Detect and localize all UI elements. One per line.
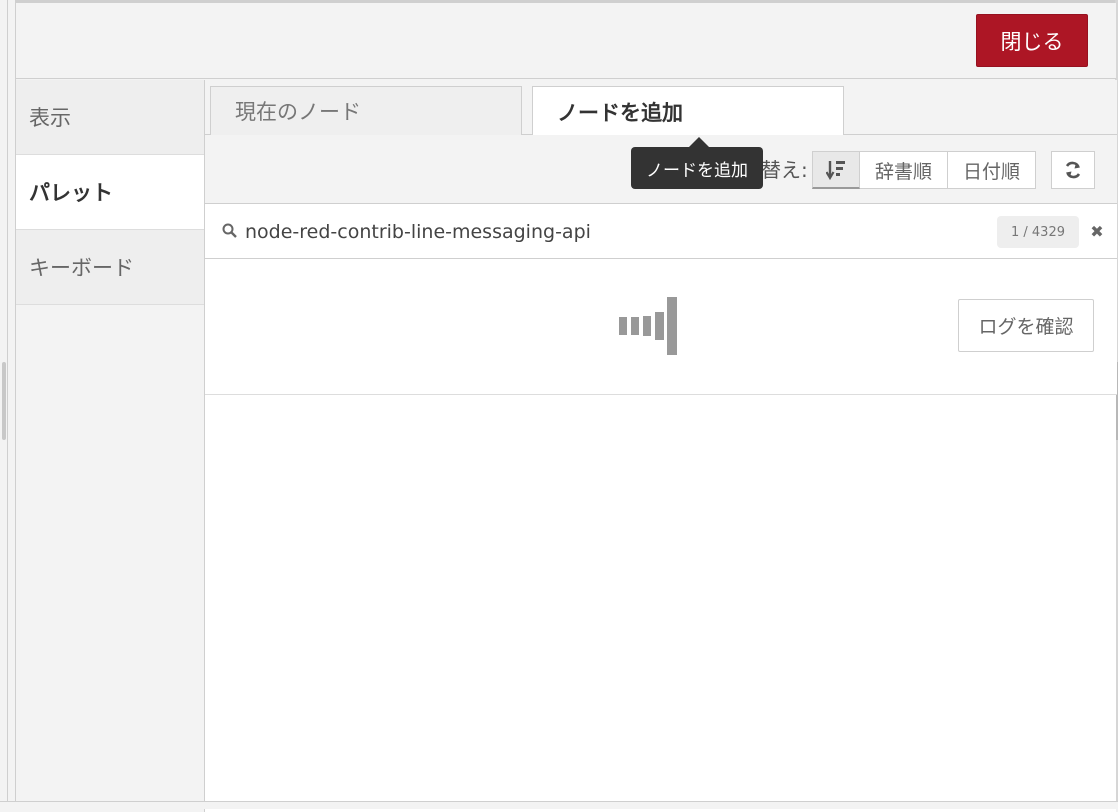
result-count-badge: 1 / 4329	[997, 216, 1079, 248]
sort-date-button[interactable]: 日付順	[948, 151, 1036, 189]
sidebar-item-keyboard[interactable]: キーボード	[16, 230, 204, 305]
dialog-toolbar: 閉じる	[16, 3, 1116, 79]
palette-panel: 現在のノード ノードを追加 替え: 辞書順 日付順 ノードを追加 node-re…	[204, 80, 1117, 812]
user-settings-dialog: 閉じる 表示 パレット キーボード 現在のノード ノードを追加 替え: 辞書順 …	[15, 0, 1117, 812]
sort-icon	[826, 160, 845, 180]
refresh-button[interactable]	[1051, 151, 1095, 189]
search-icon	[222, 223, 237, 238]
tooltip-arrow	[689, 137, 709, 147]
sort-alphabetical-button[interactable]: 辞書順	[860, 151, 948, 189]
close-icon: ✖	[1090, 221, 1104, 241]
install-progress-row: ログを確認	[205, 259, 1117, 395]
sort-button-group: 辞書順 日付順	[812, 151, 1036, 189]
view-log-button[interactable]: ログを確認	[958, 299, 1094, 352]
loading-spinner-icon	[619, 297, 677, 355]
search-bar: 1 / 4329 ✖	[205, 204, 1117, 259]
sidebar-item-palette[interactable]: パレット	[16, 155, 204, 230]
palette-tabs: 現在のノード ノードを追加	[205, 80, 1117, 136]
sidebar-item-view[interactable]: 表示	[16, 80, 204, 155]
clear-search-button[interactable]: ✖	[1087, 218, 1107, 244]
close-button[interactable]: 閉じる	[976, 14, 1088, 67]
left-splitter-handle[interactable]	[2, 362, 6, 440]
dialog-bottom-border	[0, 801, 1118, 809]
tab-current-nodes[interactable]: 現在のノード	[210, 86, 522, 135]
settings-sidebar: 表示 パレット キーボード	[16, 80, 204, 812]
tab-tooltip: ノードを追加	[631, 147, 763, 189]
tab-install-nodes[interactable]: ノードを追加	[532, 86, 844, 136]
refresh-icon	[1065, 161, 1081, 179]
sort-relevance-button[interactable]	[812, 151, 860, 189]
sort-label: 替え:	[761, 158, 808, 182]
search-input[interactable]	[243, 214, 983, 250]
